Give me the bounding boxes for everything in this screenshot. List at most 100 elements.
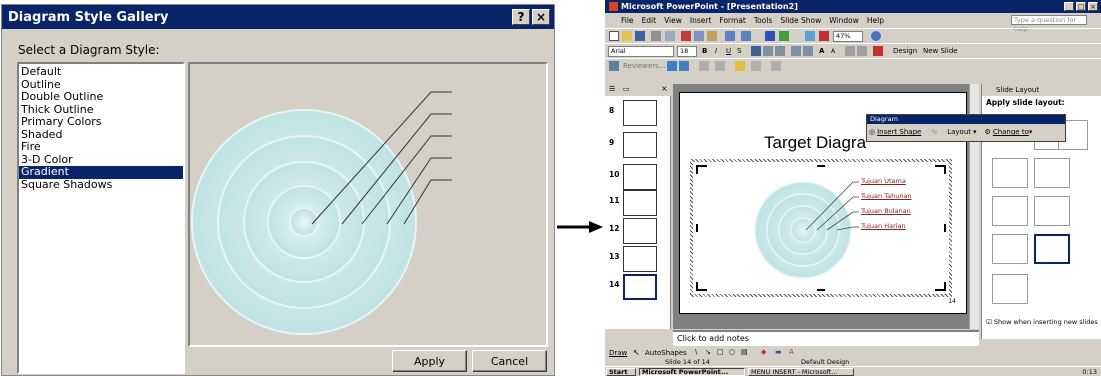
outline-tab[interactable]: ☰: [609, 85, 615, 93]
insert-comment-icon[interactable]: [735, 61, 745, 71]
question-help-box[interactable]: Type a question for help: [1011, 15, 1087, 33]
bold-button[interactable]: B: [702, 46, 707, 57]
fill-color-icon[interactable]: ◆: [761, 348, 766, 356]
open-icon[interactable]: [622, 31, 632, 41]
color-grayscale-icon[interactable]: [819, 31, 829, 41]
diagram-style-list[interactable]: Default Outline Double Outline Thick Out…: [17, 62, 185, 374]
delete-comment-icon[interactable]: [751, 61, 761, 71]
diagram-label[interactable]: Tujuan Harian: [861, 222, 906, 230]
diagram-canvas[interactable]: Tujuan Utama Tujuan Tahunan Tujuan Bulan…: [693, 162, 949, 294]
style-item-primary-colors[interactable]: Primary Colors: [19, 115, 183, 129]
increase-indent-icon[interactable]: [857, 46, 867, 56]
menu-edit[interactable]: Edit: [642, 16, 657, 25]
diagram-label[interactable]: Tujuan Bulanan: [861, 207, 911, 215]
align-right-icon[interactable]: [775, 46, 785, 56]
undo-icon[interactable]: [725, 31, 735, 41]
insert-chart-icon[interactable]: [765, 31, 775, 41]
align-left-icon[interactable]: [751, 46, 761, 56]
increase-font-icon[interactable]: A: [819, 46, 824, 57]
line-color-icon[interactable]: ▬: [775, 348, 782, 356]
underline-button[interactable]: U: [726, 46, 731, 57]
slide-thumbnail[interactable]: [623, 190, 657, 216]
style-item-fire[interactable]: Fire: [19, 140, 183, 154]
center-icon[interactable]: [763, 46, 773, 56]
slide-thumbnail[interactable]: [623, 100, 657, 126]
slide-thumbnail[interactable]: [623, 164, 657, 190]
change-to-button[interactable]: Change to: [993, 128, 1029, 136]
redo-icon[interactable]: [741, 31, 751, 41]
slide-thumbnail[interactable]: [623, 218, 657, 244]
layout-option[interactable]: [992, 196, 1028, 226]
pane-close-icon[interactable]: ×: [661, 84, 668, 93]
window-close-icon[interactable]: ×: [1088, 2, 1098, 11]
numbering-icon[interactable]: [791, 46, 801, 56]
draw-menu-button[interactable]: Draw: [609, 349, 627, 357]
taskbar-item-word[interactable]: MENU INSERT - Microsoft...: [748, 368, 854, 376]
layout-button[interactable]: Layout: [947, 128, 971, 136]
minimize-icon[interactable]: _: [1064, 2, 1074, 11]
style-item-shaded[interactable]: Shaded: [19, 128, 183, 142]
line-icon[interactable]: \: [695, 348, 697, 356]
bullets-icon[interactable]: [803, 46, 813, 56]
diagram-label[interactable]: Tujuan Tahunan: [861, 192, 912, 200]
menu-insert[interactable]: Insert: [690, 16, 712, 25]
print-preview-icon[interactable]: [665, 31, 675, 41]
apply-change-icon[interactable]: [699, 61, 709, 71]
unapply-change-icon[interactable]: [715, 61, 725, 71]
copy-icon[interactable]: [694, 31, 704, 41]
help-icon[interactable]: [871, 31, 881, 41]
next-item-icon[interactable]: [679, 61, 689, 71]
new-slide-button[interactable]: New Slide: [923, 46, 958, 57]
decrease-font-icon[interactable]: A: [831, 46, 835, 57]
font-color-icon[interactable]: [873, 46, 883, 56]
menu-view[interactable]: View: [664, 16, 682, 25]
menu-help[interactable]: Help: [867, 16, 884, 25]
move-shape-icon[interactable]: ⇆: [931, 128, 937, 136]
menu-tools[interactable]: Tools: [754, 16, 772, 25]
maximize-icon[interactable]: □: [1076, 2, 1086, 11]
font-name-combo[interactable]: Arial: [608, 46, 674, 57]
style-item-default[interactable]: Default: [19, 65, 183, 79]
italic-button[interactable]: I: [715, 46, 717, 57]
slide-thumbnail[interactable]: [623, 246, 657, 272]
layout-option-selected[interactable]: [1034, 234, 1070, 264]
menu-file[interactable]: File: [621, 16, 634, 25]
reviewers-button[interactable]: Reviewers...: [623, 61, 665, 72]
show-formatting-icon[interactable]: [805, 31, 815, 41]
new-icon[interactable]: [609, 31, 619, 41]
diagram-label[interactable]: Tujuan Utama: [861, 177, 906, 185]
autoformat-icon[interactable]: ⚙: [985, 128, 991, 136]
layout-option[interactable]: [1034, 158, 1070, 188]
textbox-icon[interactable]: ▤: [741, 348, 748, 356]
autoshapes-menu-button[interactable]: AutoShapes: [645, 349, 687, 357]
arrow-icon[interactable]: ↘: [705, 348, 711, 356]
style-item-square-shadows[interactable]: Square Shadows: [19, 178, 183, 192]
style-item-gradient[interactable]: Gradient: [19, 165, 183, 179]
slide-thumbnail-current[interactable]: [623, 274, 657, 300]
font-color-draw-icon[interactable]: A: [789, 348, 794, 356]
decrease-indent-icon[interactable]: [845, 46, 855, 56]
select-objects-icon[interactable]: ↖: [633, 348, 640, 357]
rectangle-icon[interactable]: □: [717, 348, 724, 356]
insert-shape-button[interactable]: Insert Shape: [877, 128, 921, 136]
layout-option[interactable]: [992, 158, 1028, 188]
taskbar-item-powerpoint[interactable]: Microsoft PowerPoint...: [639, 368, 745, 376]
apply-button[interactable]: Apply: [392, 350, 467, 372]
layout-option[interactable]: [992, 274, 1028, 304]
cancel-button[interactable]: Cancel: [472, 350, 547, 372]
menu-window[interactable]: Window: [829, 16, 859, 25]
slide-thumbnail[interactable]: [623, 132, 657, 158]
cut-icon[interactable]: [681, 31, 691, 41]
slides-tab[interactable]: ▭: [623, 85, 630, 93]
close-button[interactable]: ×: [532, 9, 550, 25]
menu-slide-show[interactable]: Slide Show: [780, 16, 821, 25]
insert-table-icon[interactable]: [779, 31, 789, 41]
layout-option[interactable]: [992, 234, 1028, 264]
save-icon[interactable]: [635, 31, 645, 41]
paste-icon[interactable]: [707, 31, 717, 41]
shadow-button[interactable]: S: [737, 46, 741, 57]
show-when-inserting-checkbox[interactable]: ☑ Show when inserting new slides: [986, 318, 1098, 326]
slide-title-text[interactable]: Target Diagra: [764, 133, 866, 153]
zoom-combo[interactable]: 47%: [833, 31, 863, 42]
design-button[interactable]: Design: [893, 46, 917, 57]
